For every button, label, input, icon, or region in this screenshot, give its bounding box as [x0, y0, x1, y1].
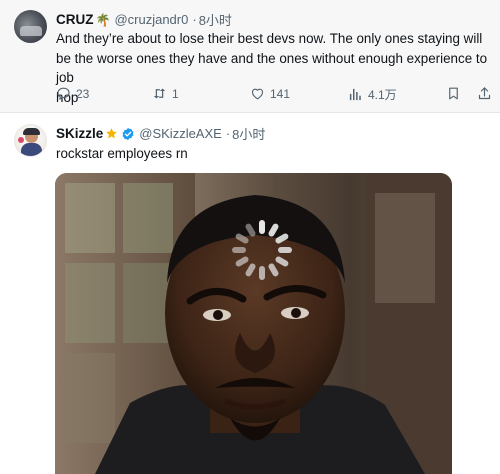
- author-handle[interactable]: @cruzjandr0: [114, 12, 188, 27]
- reply-icon: [57, 87, 70, 100]
- timestamp[interactable]: 8小时: [232, 124, 265, 143]
- views-count: 4.1万: [368, 88, 397, 102]
- author-name[interactable]: SKizzle: [56, 126, 103, 141]
- palm-tree-emoji: 🌴: [95, 12, 111, 27]
- avatar[interactable]: [14, 124, 47, 157]
- reply-button[interactable]: 23: [56, 86, 89, 101]
- tweet-media-gif[interactable]: [55, 173, 452, 474]
- like-count: 141: [270, 86, 291, 101]
- views-button[interactable]: 4.1万: [348, 86, 397, 103]
- tweet-header: SKizzle @SKizzleAXE · 8小时: [56, 124, 265, 143]
- retweet-count: 1: [172, 86, 179, 101]
- separator: ·: [192, 12, 197, 27]
- timestamp[interactable]: 8小时: [199, 10, 232, 29]
- divider: [0, 112, 500, 113]
- tweet-text: rockstar employees rn: [56, 146, 188, 161]
- reply-count: 23: [76, 86, 90, 101]
- share-button[interactable]: [477, 86, 497, 101]
- tweet-actions: 23 1 141 4.1万: [56, 86, 491, 106]
- bookmark-button[interactable]: [446, 86, 466, 101]
- avatar[interactable]: [14, 10, 47, 43]
- separator: ·: [225, 126, 231, 141]
- retweet-icon: [153, 88, 166, 99]
- retweet-button[interactable]: 1: [152, 86, 179, 101]
- like-icon: [251, 88, 264, 100]
- tweet-cruz[interactable]: CRUZ 🌴 @cruzjandr0 · 8小时 And they’re abo…: [0, 0, 500, 112]
- author-handle[interactable]: @SKizzleAXE: [139, 126, 222, 141]
- like-button[interactable]: 141: [250, 86, 290, 101]
- share-icon: [478, 87, 491, 100]
- views-icon: [349, 88, 361, 101]
- author-name[interactable]: CRUZ: [56, 12, 94, 27]
- tweet-text-line: And they’re about to lose their best dev…: [56, 31, 483, 46]
- tweet-text-line: be the worse ones they have and the ones…: [56, 50, 488, 86]
- star-badge-icon: [106, 128, 118, 139]
- bookmark-icon: [449, 87, 458, 100]
- tweet-header: CRUZ 🌴 @cruzjandr0 · 8小时: [56, 10, 232, 29]
- loading-spinner-icon: [232, 220, 292, 280]
- verified-badge-icon[interactable]: [121, 127, 135, 141]
